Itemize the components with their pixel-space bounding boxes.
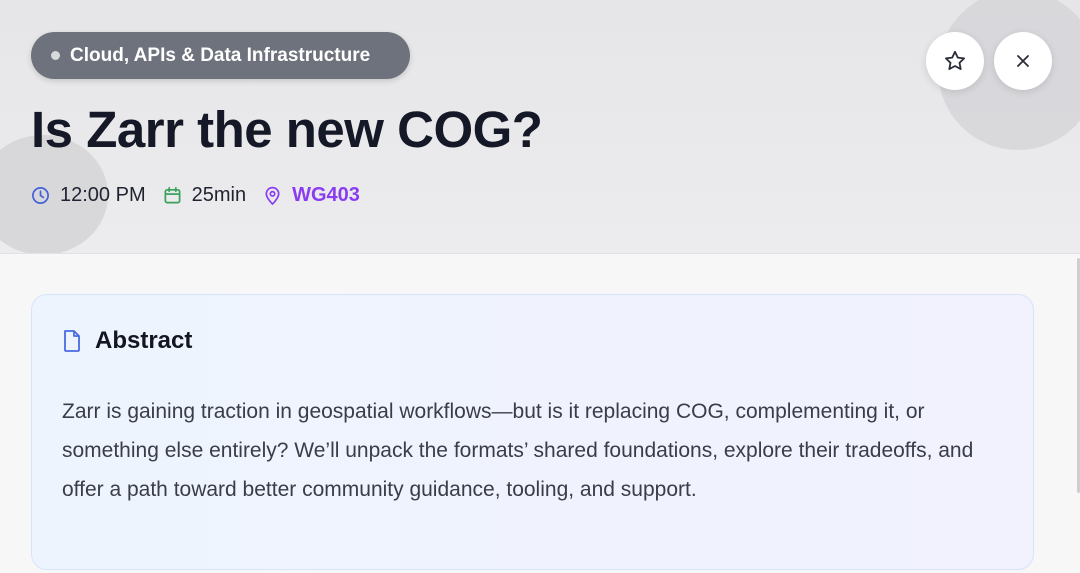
calendar-icon	[164, 187, 181, 204]
close-x-icon	[1017, 55, 1029, 67]
document-icon	[64, 330, 80, 352]
close-button[interactable]	[994, 32, 1052, 90]
track-label: Cloud, APIs & Data Infrastructure	[70, 44, 371, 66]
session-room[interactable]: WG403	[292, 184, 360, 207]
abstract-title: Abstract	[95, 327, 193, 354]
session-time: 12:00 PM	[60, 184, 146, 206]
badge-dot-icon	[51, 51, 60, 60]
star-outline-icon	[945, 50, 965, 70]
session-duration: 25min	[191, 184, 247, 206]
session-meta: 12:00 PM 25min WG403	[31, 184, 377, 207]
duration-info: 25min	[163, 184, 246, 207]
session-header: Cloud, APIs & Data Infrastructure Is Zar…	[0, 0, 1080, 254]
map-pin-icon	[265, 186, 280, 205]
abstract-heading: Abstract	[62, 327, 192, 355]
location-info[interactable]: WG403	[263, 184, 360, 207]
clock-icon	[32, 187, 49, 204]
session-title: Is Zarr the new COG?	[31, 101, 543, 158]
favorite-button[interactable]	[926, 32, 984, 90]
abstract-card: Abstract Zarr is gaining traction in geo…	[31, 294, 1034, 570]
time-info: 12:00 PM	[31, 184, 146, 207]
track-badge: Cloud, APIs & Data Infrastructure	[31, 32, 410, 79]
abstract-body: Zarr is gaining traction in geospatial w…	[62, 400, 974, 501]
